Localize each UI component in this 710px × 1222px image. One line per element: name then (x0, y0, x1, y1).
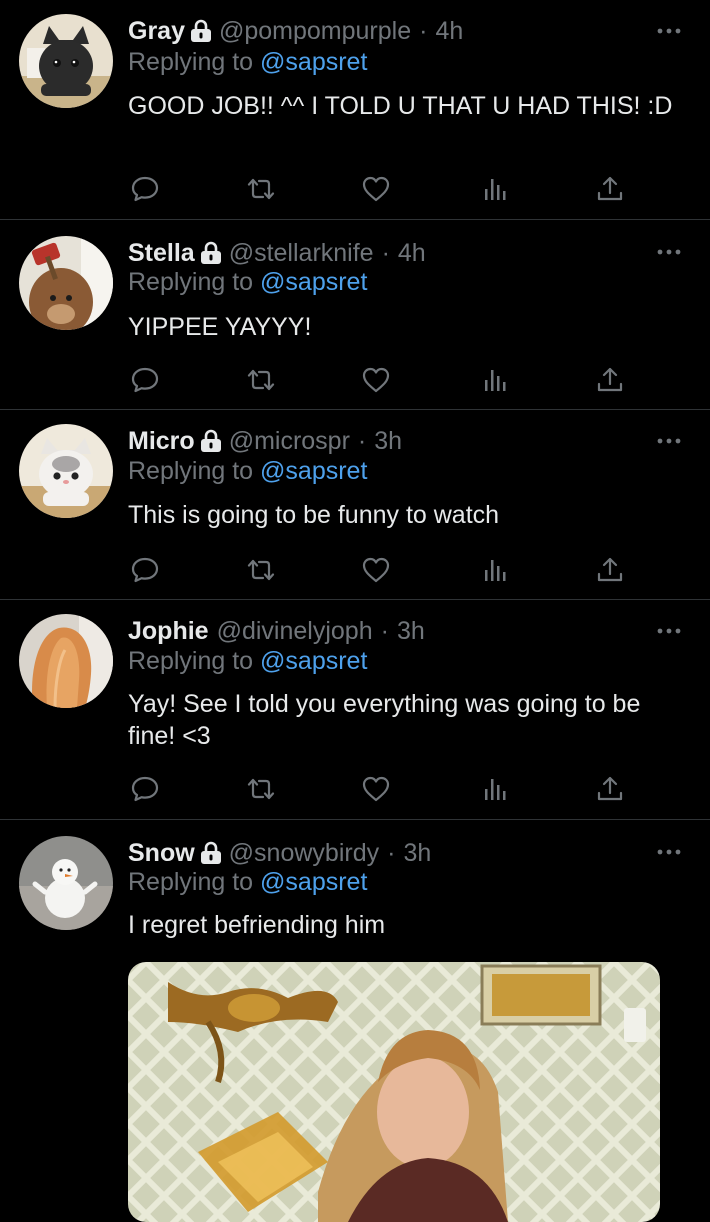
separator-dot: · (419, 16, 428, 45)
replying-to: Replying to @sapsret (128, 268, 367, 297)
separator-dot: · (387, 838, 396, 867)
separator-dot: · (380, 616, 389, 645)
user-handle[interactable]: @snowybirdy (229, 839, 379, 868)
lock-icon (190, 19, 212, 43)
tweet-actions (128, 365, 628, 395)
display-name[interactable]: Gray (128, 17, 185, 46)
replying-to: Replying to @sapsret (128, 457, 367, 486)
tweet[interactable]: Micro @microspr · 3h Replying to @sapsre… (0, 410, 710, 600)
tweet[interactable]: Gray @pompompurple · 4h Replying to @sap… (0, 0, 710, 220)
share-icon[interactable] (595, 774, 625, 804)
replying-to: Replying to @sapsret (128, 647, 367, 676)
reply-icon[interactable] (130, 555, 160, 585)
lock-icon (200, 841, 222, 865)
reply-icon[interactable] (130, 365, 160, 395)
retweet-icon[interactable] (246, 555, 276, 585)
replying-to: Replying to @sapsret (128, 48, 367, 77)
timestamp[interactable]: 3h (403, 839, 431, 868)
replying-to-label: Replying to (128, 48, 254, 76)
user-handle[interactable]: @stellarknife (229, 239, 374, 268)
more-icon[interactable] (656, 434, 682, 448)
reply-mention[interactable]: @sapsret (260, 268, 367, 296)
media-image[interactable] (128, 962, 660, 1222)
heart-icon[interactable] (361, 774, 391, 804)
tweet-text: I regret befriending him (128, 911, 386, 939)
reply-mention[interactable]: @sapsret (260, 647, 367, 675)
tweet-text: Yay! See I told you everything was going… (128, 690, 641, 750)
views-icon[interactable] (480, 774, 510, 804)
timestamp[interactable]: 4h (435, 17, 463, 46)
heart-icon[interactable] (361, 174, 391, 204)
more-icon[interactable] (656, 245, 682, 259)
tweet[interactable]: Stella @stellarknife · 4h Replying to @s… (0, 220, 710, 410)
lock-icon (200, 429, 222, 453)
replying-to-label: Replying to (128, 868, 254, 896)
reply-mention[interactable]: @sapsret (260, 48, 367, 76)
user-handle[interactable]: @microspr (229, 427, 350, 456)
reply-mention[interactable]: @sapsret (260, 457, 367, 485)
user-handle[interactable]: @divinelyjoph (217, 617, 373, 646)
tweet-actions (128, 174, 628, 204)
lock-icon (200, 241, 222, 265)
timestamp[interactable]: 3h (397, 617, 425, 646)
user-handle[interactable]: @pompompurple (219, 17, 411, 46)
avatar[interactable] (19, 836, 113, 930)
views-icon[interactable] (480, 174, 510, 204)
display-name[interactable]: Snow (128, 839, 195, 868)
reply-icon[interactable] (130, 174, 160, 204)
tweet-actions (128, 774, 628, 804)
replying-to: Replying to @sapsret (128, 868, 367, 897)
tweet-actions (128, 555, 628, 585)
more-icon[interactable] (656, 24, 682, 38)
reply-icon[interactable] (130, 774, 160, 804)
replying-to-label: Replying to (128, 457, 254, 485)
views-icon[interactable] (480, 555, 510, 585)
tweet[interactable]: Jophie @divinelyjoph · 3h Replying to @s… (0, 600, 710, 820)
avatar[interactable] (19, 424, 113, 518)
replying-to-label: Replying to (128, 647, 254, 675)
heart-icon[interactable] (361, 555, 391, 585)
display-name[interactable]: Stella (128, 239, 195, 268)
separator-dot: · (381, 238, 390, 267)
reply-mention[interactable]: @sapsret (260, 868, 367, 896)
share-icon[interactable] (595, 365, 625, 395)
views-icon[interactable] (480, 365, 510, 395)
replying-to-label: Replying to (128, 268, 254, 296)
more-icon[interactable] (656, 624, 682, 638)
avatar[interactable] (19, 236, 113, 330)
timestamp[interactable]: 4h (398, 239, 426, 268)
avatar[interactable] (19, 14, 113, 108)
separator-dot: · (357, 426, 367, 455)
tweet-text: GOOD JOB!! ^^ I TOLD U THAT U HAD THIS! … (128, 92, 673, 120)
retweet-icon[interactable] (246, 365, 276, 395)
share-icon[interactable] (595, 174, 625, 204)
retweet-icon[interactable] (246, 174, 276, 204)
tweet-text: YIPPEE YAYYY! (128, 313, 312, 341)
share-icon[interactable] (595, 555, 625, 585)
timestamp[interactable]: 3h (374, 427, 402, 456)
more-icon[interactable] (656, 845, 682, 859)
tweet-text: This is going to be funny to watch (128, 501, 500, 529)
avatar[interactable] (19, 614, 113, 708)
retweet-icon[interactable] (246, 774, 276, 804)
display-name[interactable]: Micro (128, 427, 195, 456)
heart-icon[interactable] (361, 365, 391, 395)
display-name[interactable]: Jophie (128, 617, 209, 646)
